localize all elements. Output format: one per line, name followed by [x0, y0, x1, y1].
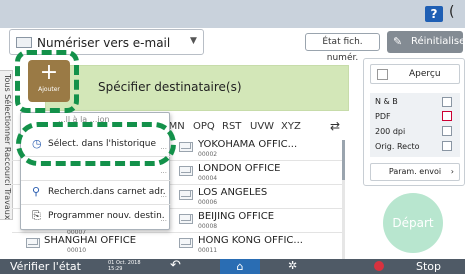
back-icon[interactable]: ↶: [170, 258, 181, 273]
destination-label: Spécifier destinataire(s): [98, 80, 242, 94]
home-icon[interactable]: ⌂: [220, 259, 260, 274]
alphabet-tabs: K LMN OPQ RST UVW XYZ ⇄: [150, 118, 348, 138]
stop-button[interactable]: Stop: [416, 260, 441, 273]
destination-bar[interactable]: Spécifier destinataire(s): [45, 65, 349, 111]
side-tab-label: Tous Sélectionner Raccourci Travaux: [3, 74, 12, 220]
list-item-name: BEIJING OFFICE: [198, 211, 275, 222]
list-item-number: 00002: [198, 151, 218, 158]
original-setting: Orig. Recto: [375, 142, 420, 151]
mail-icon: [179, 142, 193, 152]
scrollbar-thumb[interactable]: [342, 140, 345, 180]
register-icon: ⎘: [32, 209, 41, 222]
etat-fichier-button[interactable]: État fich. numér.: [305, 33, 380, 63]
resolution-icon: [442, 126, 452, 136]
mail-icon: [179, 190, 193, 200]
reset-label: Réinitialiser: [411, 36, 465, 47]
tab-xyz[interactable]: XYZ: [281, 121, 301, 132]
list-item-number: 00007: [67, 229, 87, 236]
format-setting: PDF: [375, 112, 391, 121]
chevron-down-icon: ▼: [190, 36, 197, 46]
tab-opq[interactable]: OPQ: [193, 121, 215, 132]
mail-icon: [179, 166, 193, 176]
more-icon: ...: [160, 191, 167, 199]
list-item[interactable]: SHANGHAI OFFICE 00007 00010 HONG KONG OF…: [12, 229, 342, 257]
preview-label: Aperçu: [409, 69, 441, 79]
send-settings-label: Param. envoi: [388, 167, 442, 176]
address-book-search-item[interactable]: ⚲ Recherch.dans carnet adr. ...: [21, 181, 171, 205]
settings-panel: Aperçu N & B PDF 200 dpi Orig. Recto Par…: [363, 58, 465, 186]
list-item-number: 00008: [198, 223, 218, 230]
bottom-bar: Vérifier l'état 01 Oct. 2018 15:29 ↶ ⌂ ✲ …: [0, 258, 465, 274]
time: 15:29: [108, 266, 123, 272]
new-destination-item[interactable]: ⎘ Programmer nouv. destin. ...: [21, 205, 171, 229]
mail-icon: [179, 214, 193, 224]
list-item-number: 00004: [198, 175, 218, 182]
search-icon: ⚲: [32, 185, 41, 198]
top-bar: ? (: [0, 0, 465, 28]
tab-uvw[interactable]: UVW: [250, 121, 274, 132]
color-setting: N & B: [375, 97, 398, 106]
new-destination-label: Programmer nouv. destin.: [48, 211, 165, 221]
more-icon: ...: [160, 167, 167, 175]
list-item-number: 00011: [198, 247, 218, 254]
mode-label: Numériser vers e-mail: [37, 36, 171, 50]
list-item-number: 00010: [67, 247, 87, 254]
list-item-name: LONDON OFFICE: [198, 163, 281, 174]
list-item-name: SHANGHAI OFFICE: [44, 235, 137, 246]
address-book-search-label: Recherch.dans carnet adr.: [48, 187, 166, 197]
chevron-right-icon: ›: [450, 167, 454, 176]
scan-settings-summary[interactable]: N & B PDF 200 dpi Orig. Recto: [370, 93, 460, 157]
pdf-icon: [442, 111, 452, 121]
switch-order-icon[interactable]: ⇄: [330, 119, 340, 133]
list-item-name: YOKOHAMA OFFIC...: [198, 139, 298, 150]
more-icon: ...: [160, 215, 167, 223]
list-item-name: LOS ANGELES: [198, 187, 268, 198]
gear-icon[interactable]: ✲: [288, 259, 297, 272]
mail-icon: [26, 238, 40, 248]
topbar-extra-icon[interactable]: (: [449, 4, 454, 20]
resolution-setting: 200 dpi: [375, 127, 406, 136]
highlight-history-item: [16, 122, 176, 166]
reset-button[interactable]: ✎ Réinitialiser: [387, 31, 465, 53]
mail-icon: [179, 238, 193, 248]
send-settings-button[interactable]: Param. envoi ›: [370, 163, 460, 181]
preview-checkbox[interactable]: [377, 69, 388, 80]
check-status-button[interactable]: Vérifier l'état: [10, 260, 81, 273]
help-button[interactable]: ?: [425, 6, 443, 22]
tab-rst[interactable]: RST: [222, 121, 241, 132]
list-item-name: HONG KONG OFFIC...: [198, 235, 303, 246]
preview-toggle[interactable]: Aperçu: [370, 64, 460, 84]
datetime: 01 Oct. 2018 15:29: [108, 260, 141, 272]
start-button[interactable]: Départ: [383, 193, 443, 253]
list-scrollbar[interactable]: [342, 140, 345, 260]
original-icon: [442, 141, 452, 151]
highlight-add-button: [15, 50, 79, 113]
color-icon: [442, 97, 452, 107]
stop-icon: [374, 261, 384, 271]
mail-icon: [16, 37, 32, 48]
list-item-number: 00006: [198, 199, 218, 206]
reset-icon: ✎: [393, 35, 403, 48]
